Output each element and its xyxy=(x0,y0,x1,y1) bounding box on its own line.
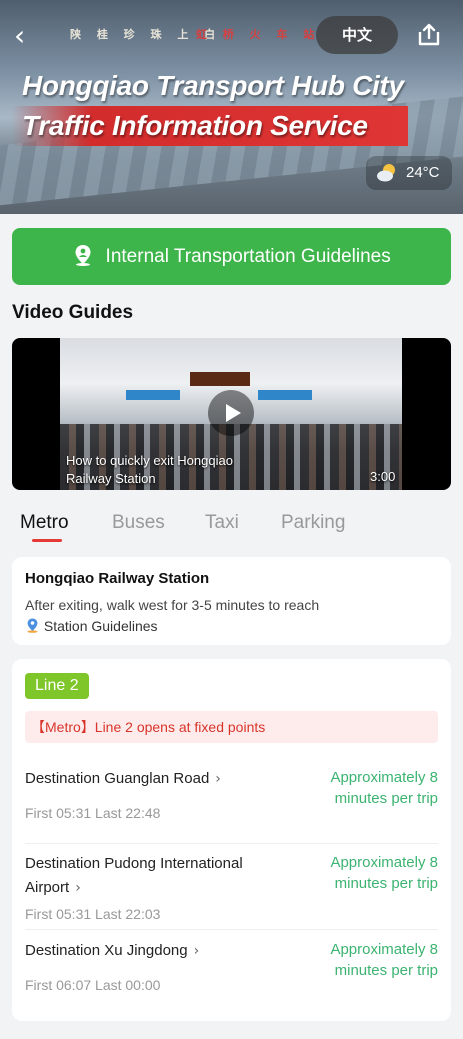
weather-badge: 24°C xyxy=(366,156,452,190)
active-tab-indicator xyxy=(32,539,62,542)
station-name: Hongqiao Railway Station xyxy=(25,570,210,587)
destination-name: Destination Xu Jingdong › xyxy=(25,939,285,963)
divider xyxy=(25,843,438,844)
temperature-label: 24°C xyxy=(406,164,440,181)
page-title: Hongqiao Transport Hub City Traffic Info… xyxy=(12,66,408,146)
sign-graphic xyxy=(126,390,180,400)
tab-buses[interactable]: Buses xyxy=(112,512,165,534)
station-card: Hongqiao Railway Station After exiting, … xyxy=(12,557,451,645)
back-icon[interactable]: ‹ xyxy=(14,22,42,50)
destination-row[interactable]: Destination Guanglan Road › First 05:31 L… xyxy=(25,767,438,823)
location-pin-icon xyxy=(27,618,38,633)
destination-name-text: Destination Guanglan Road xyxy=(25,770,210,787)
metro-line-card: Line 2 【Metro】Line 2 opens at fixed poin… xyxy=(12,659,451,1021)
internal-guidelines-label: Internal Transportation Guidelines xyxy=(105,246,391,267)
hero-banner: 陕 桂 珍 珠 上 白 虹 桥 火 车 站 ‹ 中文 Hongqiao Tran… xyxy=(0,0,463,214)
destination-name-text: Destination Xu Jingdong xyxy=(25,942,188,959)
destination-name: Destination Pudong International Airport… xyxy=(25,852,285,900)
destination-name-text: Destination Pudong International Airport xyxy=(25,855,243,896)
departure-board-graphic xyxy=(190,372,250,386)
share-icon[interactable] xyxy=(416,22,442,48)
destination-frequency: Approximately 8 minutes per trip xyxy=(330,854,438,892)
tab-taxi[interactable]: Taxi xyxy=(205,512,239,534)
tab-metro[interactable]: Metro xyxy=(20,512,69,534)
chevron-right-icon: › xyxy=(193,943,200,959)
chevron-right-icon: › xyxy=(215,771,221,787)
play-icon[interactable] xyxy=(208,390,254,436)
destination-row[interactable]: Destination Pudong International Airport… xyxy=(25,852,438,924)
chevron-right-icon: › xyxy=(75,880,81,896)
tab-parking[interactable]: Parking xyxy=(281,512,345,534)
destination-frequency: Approximately 8 minutes per trip xyxy=(330,769,438,807)
station-guidelines-link[interactable]: Station Guidelines xyxy=(25,616,438,637)
line-badge: Line 2 xyxy=(25,673,89,699)
video-player[interactable]: How to quickly exit Hongqiao Railway Sta… xyxy=(12,338,451,490)
internal-guidelines-button[interactable]: Internal Transportation Guidelines xyxy=(12,228,451,285)
destination-times: First 05:31 Last 22:03 xyxy=(25,906,161,922)
location-person-icon xyxy=(75,245,91,266)
station-guidelines-label: Station Guidelines xyxy=(43,618,158,634)
destination-name: Destination Guanglan Road › xyxy=(25,767,285,791)
video-section-title: Video Guides xyxy=(12,302,134,323)
video-caption: How to quickly exit Hongqiao Railway Sta… xyxy=(66,453,233,486)
partly-cloudy-icon xyxy=(377,164,395,182)
title-line-1: Hongqiao Transport Hub City xyxy=(22,70,404,101)
divider xyxy=(25,929,438,930)
sign-graphic xyxy=(258,390,312,400)
station-description: After exiting, walk west for 3-5 minutes… xyxy=(25,597,320,613)
destination-frequency: Approximately 8 minutes per trip xyxy=(330,941,438,979)
language-switch-button[interactable]: 中文 xyxy=(316,16,398,54)
station-sign-red-graphic: 虹 桥 火 车 站 xyxy=(196,28,321,41)
line-notice: 【Metro】Line 2 opens at fixed points xyxy=(25,711,438,743)
destination-row[interactable]: Destination Xu Jingdong › First 06:07 Las… xyxy=(25,939,438,995)
video-duration: 3:00 xyxy=(370,469,396,484)
title-line-2: Traffic Information Service xyxy=(12,106,408,146)
